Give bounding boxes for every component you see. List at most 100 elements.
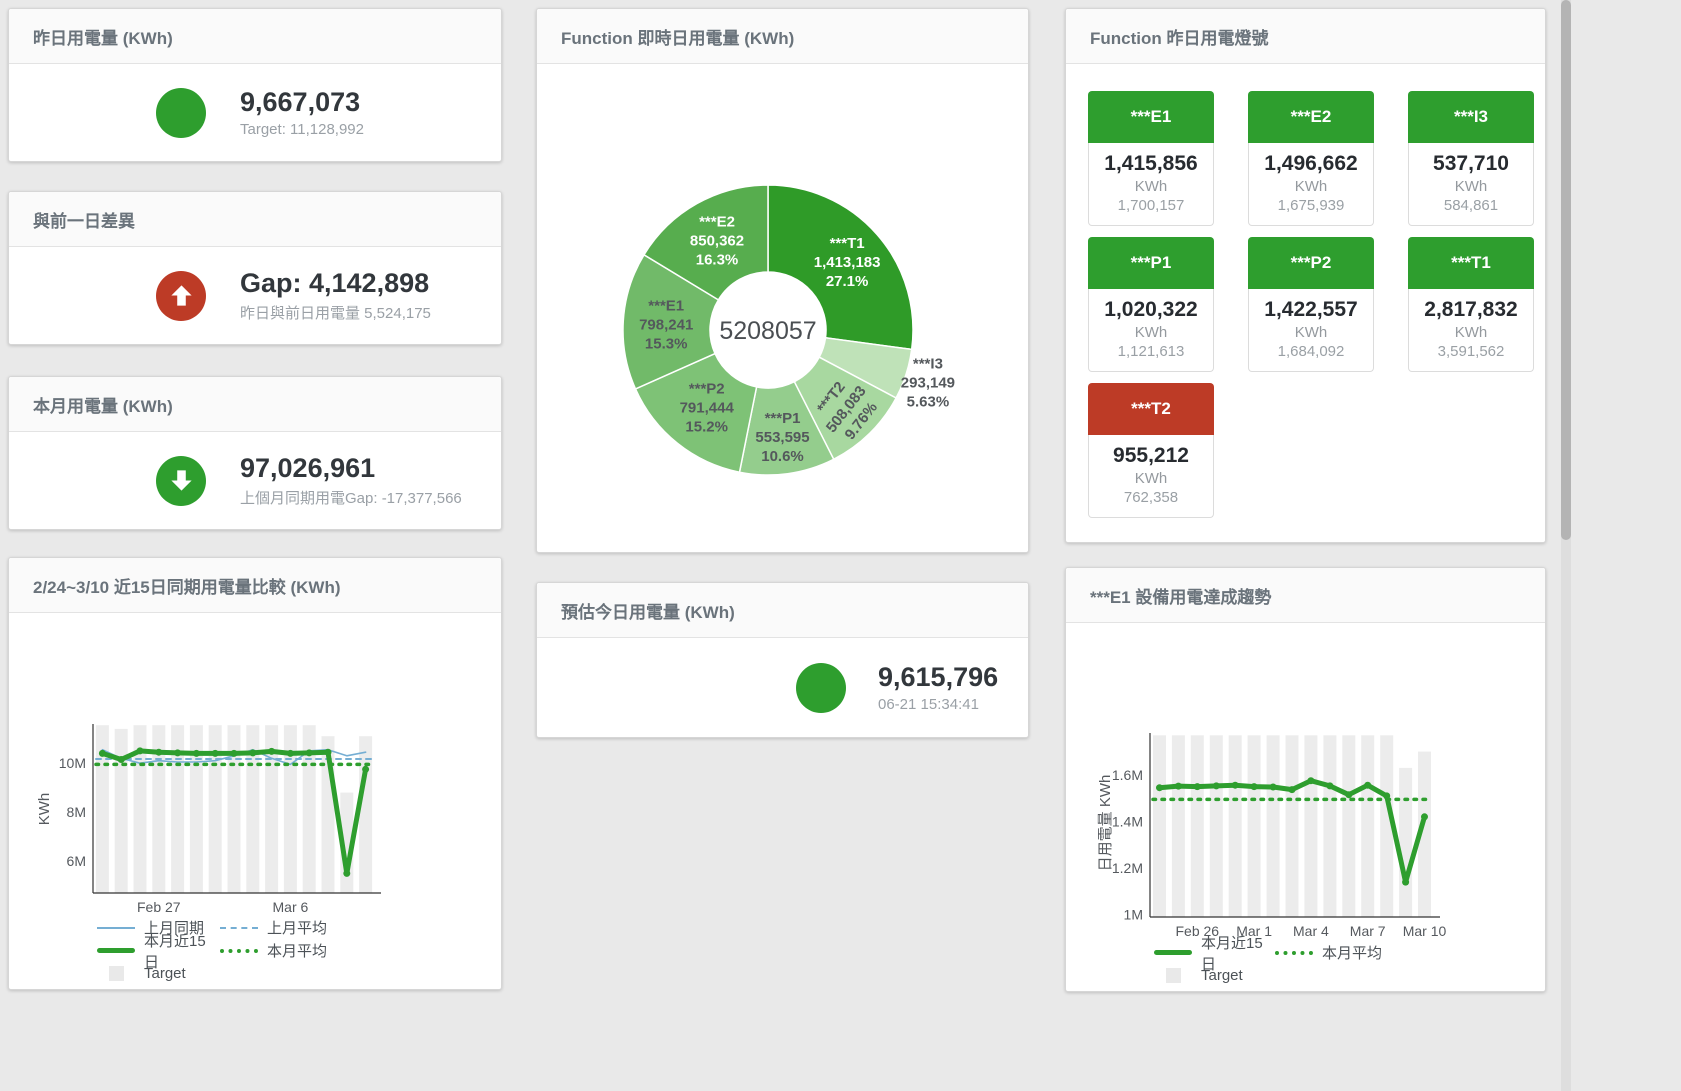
legend-item-target[interactable]: Target xyxy=(1154,967,1275,984)
legend-swatch xyxy=(97,966,135,981)
legend-label: 上月平均 xyxy=(267,917,327,938)
down-arrow-icon xyxy=(156,456,206,506)
kpi-subtitle: Target: 11,128,992 xyxy=(240,121,364,138)
tile-target: 1,684,092 xyxy=(1251,343,1371,360)
legend-swatch xyxy=(220,927,258,929)
series-point xyxy=(174,749,181,756)
scrollbar-track[interactable] xyxy=(1561,0,1571,1091)
light-tile-T1: ***T12,817,832KWh3,591,562 xyxy=(1408,237,1534,372)
panel-header: ***E1 設備用電達成趨勢 xyxy=(1066,568,1545,623)
tile-unit: KWh xyxy=(1091,178,1211,195)
dashboard: { "colors": { "green": "#2e9e2e", "red":… xyxy=(0,0,1681,1091)
tile-value: 1,415,856 xyxy=(1091,152,1211,176)
kpi-value: Gap: 4,142,898 xyxy=(240,268,431,299)
tile-name: ***E2 xyxy=(1248,91,1374,143)
legend-swatch xyxy=(97,927,135,929)
series-point xyxy=(1232,782,1239,789)
panel-yesterday-usage: 昨日用電量 (KWh) 9,667,073 Target: 11,128,992 xyxy=(8,8,502,162)
light-tile-P2: ***P21,422,557KWh1,684,092 xyxy=(1248,237,1374,372)
target-bar xyxy=(1191,735,1204,917)
panel-e1-trend-chart: ***E1 設備用電達成趨勢 1.6M1.4M1.2M1MFeb 26Mar 1… xyxy=(1065,567,1546,992)
legend-item-this-month-average[interactable]: 本月平均 xyxy=(220,942,501,959)
series-point xyxy=(268,748,275,755)
panel-title: Function 昨日用電燈號 xyxy=(1090,24,1268,49)
panel-title: Function 即時日用電量 (KWh) xyxy=(561,24,794,49)
series-point xyxy=(1383,792,1390,799)
series-point xyxy=(1307,777,1314,784)
legend-item-this-month-15days[interactable]: 本月近15日 xyxy=(1154,944,1275,961)
legend-swatch xyxy=(1154,950,1192,955)
status-circle-icon xyxy=(156,88,206,138)
x-tick-label: Mar 7 xyxy=(1350,923,1386,938)
legend-item-this-month-average[interactable]: 本月平均 xyxy=(1275,944,1545,961)
tile-name: ***E1 xyxy=(1088,91,1214,143)
legend-item-last-month-average[interactable]: 上月平均 xyxy=(220,919,501,936)
panel-title: 2/24~3/10 近15日同期用電量比較 (KWh) xyxy=(33,573,341,598)
kpi-subtitle: 昨日與前日用電量 5,524,175 xyxy=(240,302,431,323)
tile-target: 762,358 xyxy=(1091,489,1211,506)
target-bar xyxy=(115,729,128,893)
series-point xyxy=(1251,783,1258,790)
target-bar xyxy=(1323,735,1336,917)
target-bar xyxy=(1248,735,1261,917)
series-point xyxy=(155,749,162,756)
tile-unit: KWh xyxy=(1411,178,1531,195)
legend-swatch xyxy=(220,949,258,953)
panel-header: 昨日用電量 (KWh) xyxy=(9,9,501,64)
kpi-value: 9,667,073 xyxy=(240,87,364,118)
tile-name: ***I3 xyxy=(1408,91,1534,143)
scrollbar-thumb[interactable] xyxy=(1561,0,1571,540)
up-arrow-icon xyxy=(156,271,206,321)
x-tick-label: Mar 10 xyxy=(1403,923,1447,938)
legend-swatch xyxy=(97,948,135,953)
legend-label: 本月平均 xyxy=(1322,942,1382,963)
tile-value: 1,020,322 xyxy=(1091,298,1211,322)
x-tick-label: Feb 27 xyxy=(137,899,181,913)
panel-title: 預估今日用電量 (KWh) xyxy=(561,598,735,623)
series-point xyxy=(1194,783,1201,790)
tile-unit: KWh xyxy=(1411,324,1531,341)
panel-header: Function 昨日用電燈號 xyxy=(1066,9,1545,64)
series-point xyxy=(193,750,200,757)
series-point xyxy=(1270,784,1277,791)
series-point xyxy=(1402,879,1409,886)
trend-chart-legend: 本月近15日 本月平均 Target xyxy=(1154,944,1545,984)
tile-name: ***T2 xyxy=(1088,383,1214,435)
legend-label: Target xyxy=(144,965,186,982)
target-bar xyxy=(1304,735,1317,917)
series-point xyxy=(1156,784,1163,791)
light-tile-E2: ***E21,496,662KWh1,675,939 xyxy=(1248,91,1374,226)
legend-item-target[interactable]: Target xyxy=(97,965,220,982)
y-tick-label: 6M xyxy=(67,853,86,869)
panel-gap-previous-day: 與前一日差異 Gap: 4,142,898 昨日與前日用電量 5,524,175 xyxy=(8,191,502,345)
series-point xyxy=(249,749,256,756)
kpi-subtitle: 06-21 15:34:41 xyxy=(878,696,998,713)
series-point xyxy=(1364,782,1371,789)
light-tile-T2: ***T2955,212KWh762,358 xyxy=(1088,383,1214,518)
panel-header: 與前一日差異 xyxy=(9,192,501,247)
tile-value: 2,817,832 xyxy=(1411,298,1531,322)
series-point xyxy=(212,750,219,757)
realtime-usage-donut-chart: ***T11,413,18327.1%***I3293,1495.63%***T… xyxy=(537,64,1028,553)
tile-name: ***P1 xyxy=(1088,237,1214,289)
target-bar xyxy=(1267,735,1280,917)
panel-title: 與前一日差異 xyxy=(33,207,135,232)
tile-value: 1,422,557 xyxy=(1251,298,1371,322)
legend-label: Target xyxy=(1201,967,1243,984)
series-point xyxy=(1175,783,1182,790)
light-tile-P1: ***P1 1,020,322 KWh 1,121,613 xyxy=(1088,237,1214,372)
tile-target: 1,121,613 xyxy=(1091,343,1211,360)
tile-unit: KWh xyxy=(1251,178,1371,195)
panel-header: 預估今日用電量 (KWh) xyxy=(537,583,1028,638)
target-bar xyxy=(1399,768,1412,917)
y-tick-label: 10M xyxy=(59,755,86,771)
legend-item-this-month-15days[interactable]: 本月近15日 xyxy=(97,942,220,959)
y-axis-label: 日用電量 KWh xyxy=(1097,775,1114,872)
tile-unit: KWh xyxy=(1091,324,1211,341)
tile-target: 3,591,562 xyxy=(1411,343,1531,360)
panel-title: 本月用電量 (KWh) xyxy=(33,392,173,417)
target-bar xyxy=(1342,735,1355,917)
series-point xyxy=(1326,782,1333,789)
tile-name: ***P2 xyxy=(1248,237,1374,289)
y-tick-label: 1.6M xyxy=(1112,767,1143,783)
